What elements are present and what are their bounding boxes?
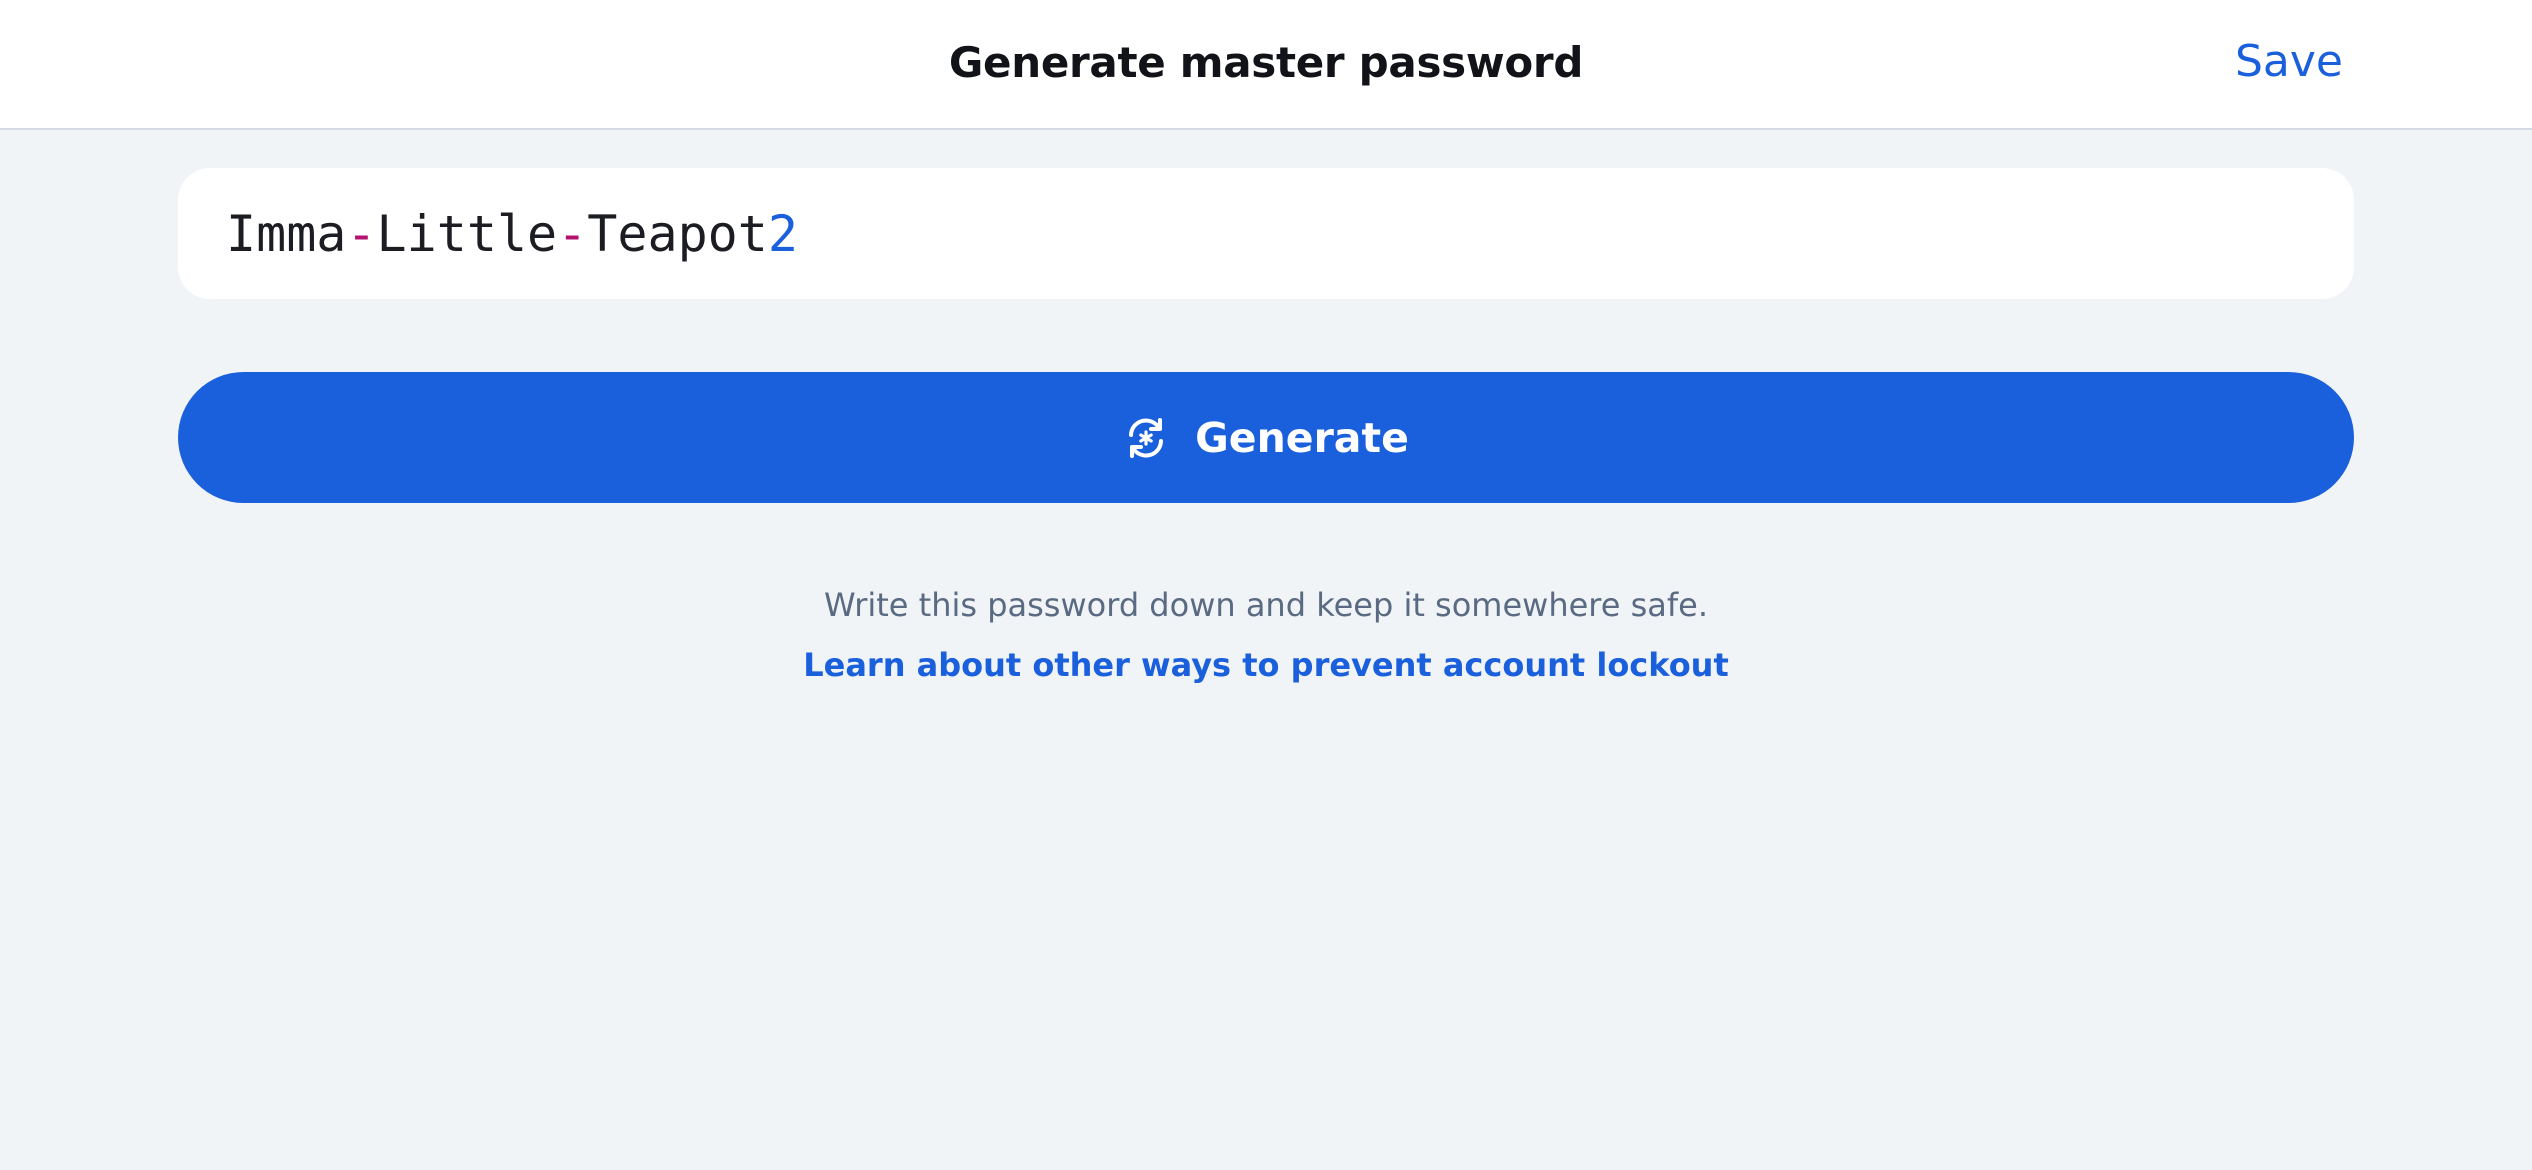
account-lockout-link[interactable]: Learn about other ways to prevent accoun… [0, 646, 2532, 684]
save-button[interactable]: Save [2235, 36, 2343, 87]
generate-label: Generate [1195, 413, 1409, 462]
password-separator: - [557, 204, 588, 263]
page-title: Generate master password [948, 38, 1584, 87]
safety-hint: Write this password down and keep it som… [823, 586, 1709, 624]
generate-button[interactable]: Generate [178, 372, 2354, 503]
password-value: Imma-Little-Teapot2 [226, 205, 798, 263]
header-bar: Generate master password Save [0, 0, 2532, 130]
password-digit: 2 [767, 204, 798, 263]
password-word: Imma [226, 204, 347, 263]
password-word: Little [376, 204, 558, 263]
password-separator: - [346, 204, 377, 263]
password-display[interactable]: Imma-Little-Teapot2 [178, 168, 2354, 299]
refresh-icon [1123, 415, 1169, 461]
password-word: Teapot [587, 204, 768, 263]
